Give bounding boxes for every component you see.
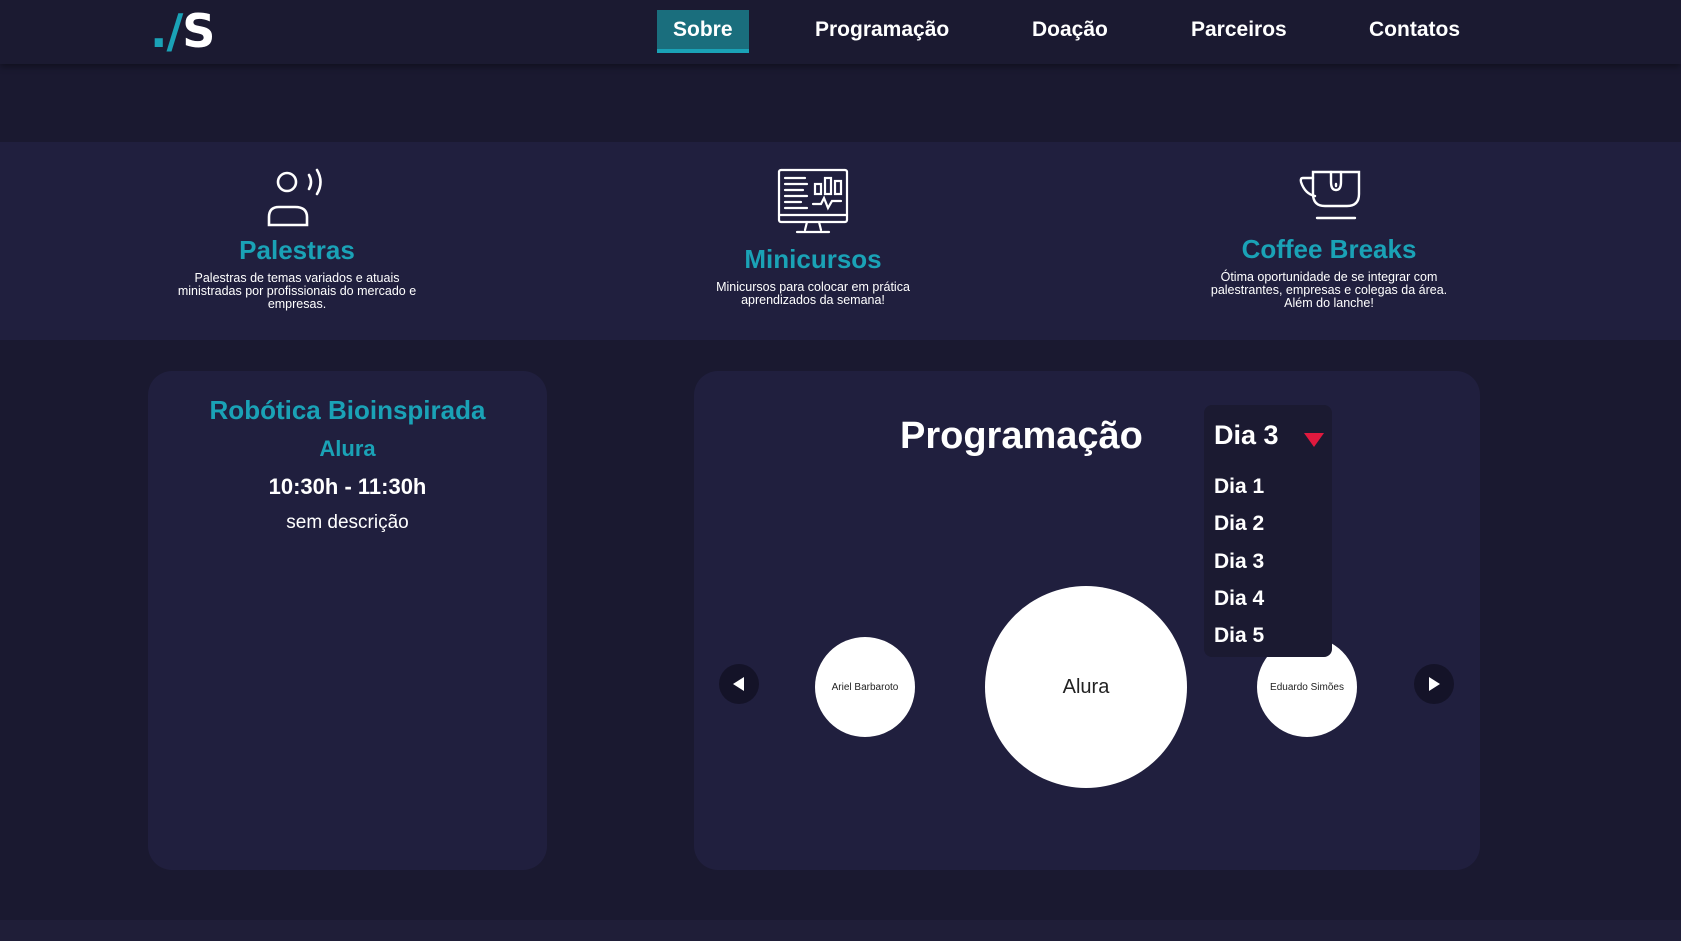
day-option-5[interactable]: Dia 5 (1214, 624, 1264, 648)
day-option-2[interactable]: Dia 2 (1214, 512, 1264, 536)
speaker-bubble-current[interactable]: Alura (985, 586, 1187, 788)
logo-dot: . (150, 4, 168, 58)
schedule-title: Programação (900, 415, 1143, 457)
monitor-dashboard-icon (777, 168, 849, 234)
talk-description: sem descrição (286, 512, 409, 533)
nav-sobre[interactable]: Sobre (657, 10, 749, 53)
nav-doacao[interactable]: Doação (1032, 10, 1108, 53)
nav-parceiros[interactable]: Parceiros (1191, 10, 1287, 53)
feature-title: Coffee Breaks (1241, 234, 1417, 264)
schedule-card: Programação Ariel Barbaroto Alura Eduard… (694, 371, 1480, 870)
day-select[interactable]: Dia 3 Dia 1 Dia 2 Dia 3 Dia 4 Dia 5 (1204, 405, 1332, 657)
feature-description: Ótima oportunidade de se integrar com pa… (1210, 270, 1448, 310)
speaker-name: Alura (1062, 675, 1110, 698)
talk-detail-card: Robótica Bioinspirada Alura 10:30h - 11:… (148, 371, 547, 870)
caret-right-icon (1429, 677, 1440, 691)
chevron-down-icon[interactable] (1304, 433, 1324, 447)
coffee-cup-icon (1299, 170, 1361, 220)
site-logo[interactable]: ./S (150, 4, 215, 58)
nav-programacao[interactable]: Programação (815, 10, 949, 53)
talk-time: 10:30h - 11:30h (268, 474, 427, 499)
top-navbar: ./S Sobre Programação Doação Parceiros C… (0, 0, 1681, 64)
feature-minicursos: Minicursos Minicursos para colocar em pr… (668, 168, 958, 307)
feature-coffee-breaks: Coffee Breaks Ótima oportunidade de se i… (1184, 168, 1474, 310)
nav-contatos[interactable]: Contatos (1369, 10, 1460, 53)
day-option-4[interactable]: Dia 4 (1214, 587, 1264, 611)
speaker-bubble-prev[interactable]: Ariel Barbaroto (815, 637, 915, 737)
day-option-1[interactable]: Dia 1 (1214, 475, 1264, 499)
carousel-next-button[interactable] (1414, 664, 1454, 704)
talk-title: Robótica Bioinspirada (209, 395, 486, 425)
day-select-value[interactable]: Dia 3 (1214, 420, 1279, 451)
logo-slash: / (166, 4, 183, 58)
speaker-icon (267, 168, 322, 227)
feature-description: Minicursos para colocar em prática apren… (716, 280, 910, 307)
logo-letter: S (182, 4, 215, 58)
day-option-3[interactable]: Dia 3 (1214, 550, 1264, 574)
feature-title: Palestras (239, 235, 355, 265)
caret-left-icon (733, 677, 744, 691)
feature-description: Palestras de temas variados e atuais min… (177, 271, 417, 311)
carousel-prev-button[interactable] (719, 664, 759, 704)
feature-palestras: Palestras Palestras de temas variados e … (152, 167, 442, 311)
feature-title: Minicursos (744, 244, 882, 274)
speaker-name: Eduardo Simões (1270, 681, 1344, 693)
talk-speaker: Alura (319, 436, 376, 461)
speaker-name: Ariel Barbaroto (831, 681, 899, 693)
features-section: Palestras Palestras de temas variados e … (0, 142, 1681, 340)
footer-strip (0, 920, 1681, 941)
